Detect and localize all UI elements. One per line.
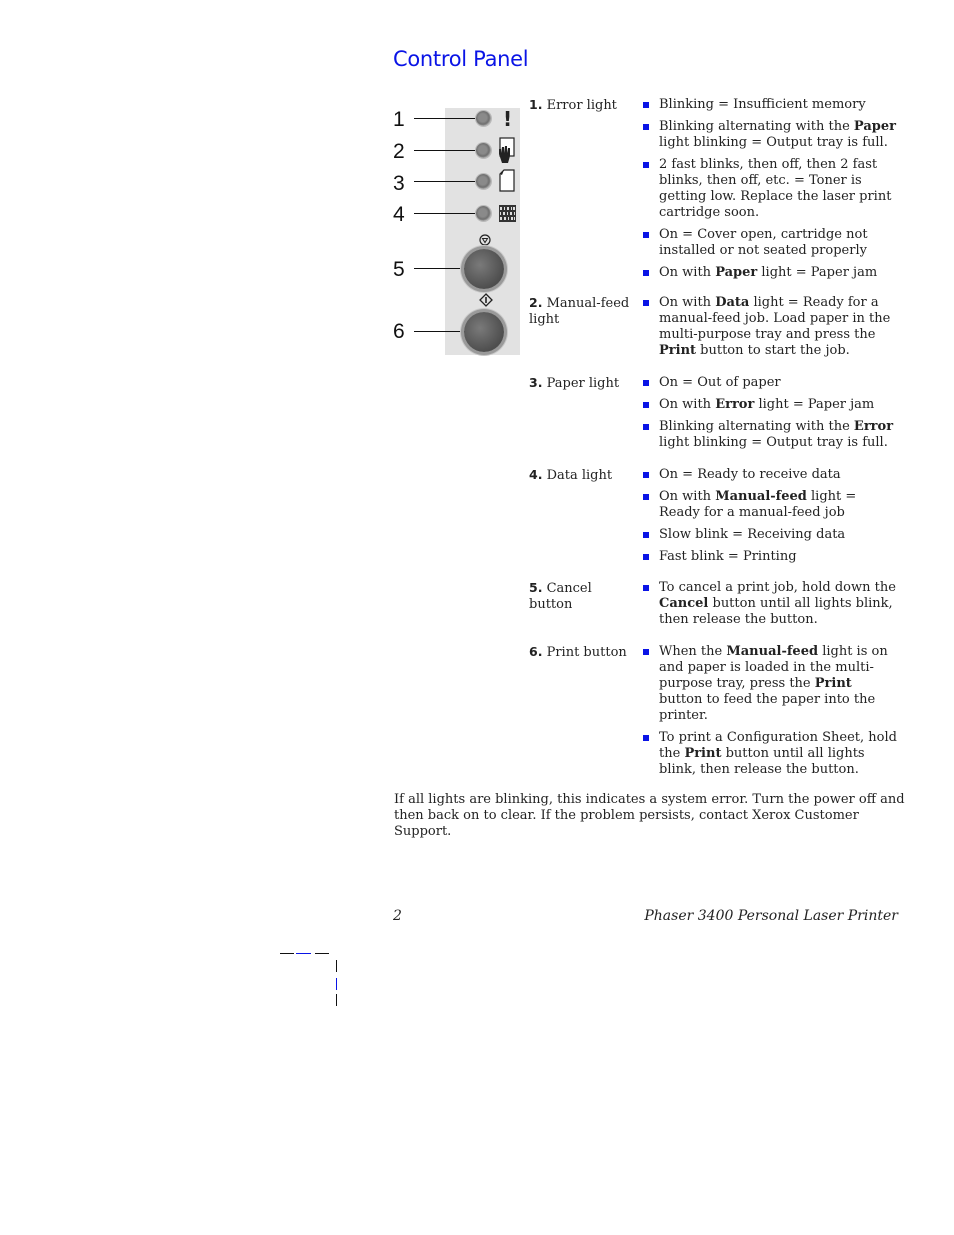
leader-line-2 bbox=[414, 150, 478, 151]
bullet-item: To cancel a print job, hold down the Can… bbox=[642, 580, 897, 628]
bullet-square-icon bbox=[643, 494, 649, 500]
bold-term: Print bbox=[814, 676, 852, 691]
bullet-list: When the Manual-feed light is on and pap… bbox=[642, 644, 897, 784]
callout-5: 5 bbox=[393, 258, 405, 281]
entry-label-text: Paper light bbox=[542, 376, 620, 391]
bullet-square-icon bbox=[643, 402, 649, 408]
bullet-item: On = Ready to receive data bbox=[642, 467, 897, 483]
entry-label: 4. Data light bbox=[529, 467, 639, 484]
bold-term: Paper bbox=[853, 119, 896, 134]
error-icon: ! bbox=[503, 107, 513, 131]
bullet-square-icon bbox=[643, 532, 649, 538]
bullet-square-icon bbox=[643, 102, 649, 108]
bullet-square-icon bbox=[643, 380, 649, 386]
bold-term: Data bbox=[715, 295, 750, 310]
crop-mark bbox=[336, 978, 337, 990]
bullet-item: Blinking = Insufficient memory bbox=[642, 97, 897, 113]
bullet-list: On = Out of paper On with Error light = P… bbox=[642, 375, 897, 457]
entry-label: 5. Cancel button bbox=[529, 580, 639, 613]
entry-number: 1. bbox=[529, 97, 543, 112]
entry-label: 1. Error light bbox=[529, 97, 639, 114]
page-title: Control Panel bbox=[393, 47, 529, 71]
bullet-item: Slow blink = Receiving data bbox=[642, 527, 897, 543]
bullet-item: When the Manual-feed light is on and pap… bbox=[642, 644, 897, 724]
bullet-list: On = Ready to receive data On with Manual… bbox=[642, 467, 897, 571]
bullet-item: On with Error light = Paper jam bbox=[642, 397, 897, 413]
bullet-square-icon bbox=[643, 554, 649, 560]
callout-4: 4 bbox=[393, 203, 405, 226]
bold-term: Print bbox=[684, 746, 722, 761]
entry-label-text: Print button bbox=[542, 645, 627, 660]
entry-label-text: Manual-feed light bbox=[529, 296, 630, 327]
bullet-square-icon bbox=[643, 649, 649, 655]
crop-mark bbox=[336, 960, 337, 972]
entry-label: 6. Print button bbox=[529, 644, 639, 661]
footer-product-name: Phaser 3400 Personal Laser Printer bbox=[644, 908, 898, 924]
manual-feed-light bbox=[476, 143, 491, 158]
bold-term: Print bbox=[659, 343, 697, 358]
entry-label: 2. Manual-feed light bbox=[529, 295, 639, 328]
entry-number: 3. bbox=[529, 375, 543, 390]
entry-number: 6. bbox=[529, 644, 543, 659]
entry-label: 3. Paper light bbox=[529, 375, 639, 392]
bold-term: Error bbox=[853, 419, 894, 434]
bullet-square-icon bbox=[643, 232, 649, 238]
crop-mark bbox=[336, 994, 337, 1006]
bullet-item: To print a Configuration Sheet, hold the… bbox=[642, 730, 897, 778]
bullet-item: On with Manual-feed light = Ready for a … bbox=[642, 489, 897, 521]
bold-term: Manual-feed bbox=[726, 644, 819, 659]
bullet-square-icon bbox=[643, 300, 649, 306]
bullet-square-icon bbox=[643, 585, 649, 591]
error-light bbox=[476, 111, 491, 126]
data-icon bbox=[499, 205, 516, 222]
bullet-square-icon bbox=[643, 124, 649, 130]
bullet-item: On with Data light = Ready for a manual-… bbox=[642, 295, 897, 359]
crop-mark bbox=[315, 953, 329, 954]
bullet-item: Fast blink = Printing bbox=[642, 549, 897, 565]
bold-term: Error bbox=[715, 397, 755, 412]
callout-3: 3 bbox=[393, 172, 405, 195]
entry-number: 5. bbox=[529, 580, 543, 595]
bullet-item: On = Cover open, cartridge not installed… bbox=[642, 227, 897, 259]
bullet-square-icon bbox=[643, 735, 649, 741]
bullet-item: Blinking alternating with the Error ligh… bbox=[642, 419, 897, 451]
data-light bbox=[476, 206, 491, 221]
page-number: 2 bbox=[393, 908, 402, 924]
bold-term: Manual-feed bbox=[715, 489, 807, 504]
manual-feed-icon bbox=[499, 137, 515, 163]
entry-label-text: Error light bbox=[542, 98, 617, 113]
system-error-note: If all lights are blinking, this indicat… bbox=[394, 792, 905, 839]
paper-light bbox=[476, 174, 491, 189]
bullet-item: Blinking alternating with the Paper ligh… bbox=[642, 119, 897, 151]
entry-number: 2. bbox=[529, 295, 543, 310]
bullet-square-icon bbox=[643, 162, 649, 168]
entry-label-text: Data light bbox=[542, 468, 613, 483]
callout-1: 1 bbox=[393, 108, 405, 131]
bullet-list: Blinking = Insufficient memory Blinking a… bbox=[642, 97, 897, 287]
crop-mark bbox=[280, 953, 294, 954]
crop-mark bbox=[296, 953, 311, 954]
bullet-square-icon bbox=[643, 270, 649, 276]
leader-line-4 bbox=[414, 213, 478, 214]
callout-2: 2 bbox=[393, 140, 405, 163]
leader-line-3 bbox=[414, 181, 478, 182]
leader-line-1 bbox=[414, 118, 478, 119]
cancel-icon bbox=[479, 234, 491, 246]
print-icon bbox=[479, 293, 493, 307]
bullet-item: On with Paper light = Paper jam bbox=[642, 265, 897, 281]
bullet-item: On = Out of paper bbox=[642, 375, 897, 391]
bullet-square-icon bbox=[643, 424, 649, 430]
cancel-button[interactable] bbox=[464, 249, 504, 289]
paper-icon bbox=[499, 169, 515, 192]
entry-number: 4. bbox=[529, 467, 543, 482]
callout-6: 6 bbox=[393, 320, 405, 343]
bold-term: Paper bbox=[715, 265, 758, 280]
bold-term: Cancel bbox=[659, 596, 709, 611]
bullet-square-icon bbox=[643, 472, 649, 478]
bullet-list: To cancel a print job, hold down the Can… bbox=[642, 580, 897, 634]
bullet-list: On with Data light = Ready for a manual-… bbox=[642, 295, 897, 365]
bullet-item: 2 fast blinks, then off, then 2 fast bli… bbox=[642, 157, 897, 221]
print-button[interactable] bbox=[464, 312, 504, 352]
